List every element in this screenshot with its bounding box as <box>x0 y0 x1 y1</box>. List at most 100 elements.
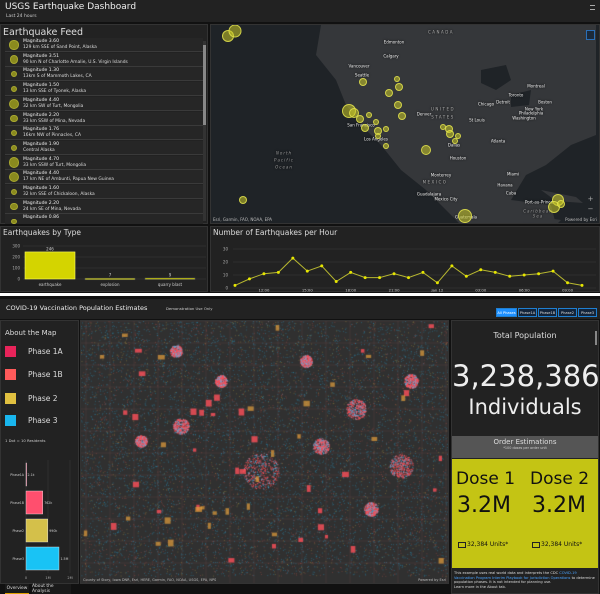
feed-item[interactable]: Magnitude 4.40 17 km NE of Ambunti, Papua… <box>5 170 203 185</box>
order-note: *100 doses per order unit <box>503 446 547 450</box>
earthquake-marker[interactable] <box>383 143 389 149</box>
magnitude: Magnitude 0.86 <box>23 215 60 221</box>
feed-item[interactable]: Magnitude 4.70 33 km SSW of Turt, Mongoli… <box>5 155 203 170</box>
map-label: CANADA <box>427 29 455 35</box>
earthquakes-by-type-panel: Earthquakes by Type 0 100 200 300 246 earthqu… <box>0 226 208 292</box>
data-point <box>580 283 584 287</box>
powered-by[interactable]: Powered by Esri <box>418 578 446 582</box>
dot-density-note: 1 Dot = 10 Residents <box>5 438 46 443</box>
earthquake-marker[interactable] <box>446 130 454 138</box>
phase-bar-chart: 0 1M 2M Phase1A 2.1k Phase1B 762k Phase2 990k Pha… <box>10 460 73 580</box>
magnitude-circle-icon <box>10 129 18 137</box>
feed-item[interactable]: Magnitude 1.50 13 km SSE of Tyonek, Alask… <box>5 82 203 97</box>
dashboard-subtitle: Demonstration Use Only <box>166 306 213 311</box>
earthquake-marker[interactable] <box>366 112 372 118</box>
data-point <box>479 268 483 272</box>
magnitude-circle-icon <box>10 114 18 123</box>
feed-item[interactable]: Magnitude 2.20 33 km SSW of Mina, Nevada <box>5 111 203 126</box>
earthquake-marker[interactable] <box>394 101 402 109</box>
phase-button-all[interactable]: All Phases <box>496 308 517 317</box>
dose2-label: Dose 2 <box>530 469 590 489</box>
location: 24 km SE of Mina, Nevada <box>23 206 81 212</box>
data-point <box>508 274 512 278</box>
tab-overview[interactable]: Overview <box>5 584 29 594</box>
feed-item[interactable]: Magnitude 4.40 32 km SW of Turt, Mongolia <box>5 96 203 111</box>
feed-item[interactable]: Magnitude 3.51 90 km N of Charlotte Amali… <box>5 52 203 67</box>
legend-phase-2: Phase 2 <box>5 393 58 404</box>
map-label: Calgary <box>383 53 399 59</box>
x-tick-label: 09:00 <box>562 288 574 293</box>
feed-item[interactable]: Magnitude 1.60 32 km SSE of Chickaloon, A… <box>5 185 203 199</box>
menu-icon[interactable] <box>590 5 595 10</box>
earthquake-marker[interactable] <box>356 115 364 123</box>
map-label: Boston <box>538 99 552 105</box>
earthquake-marker[interactable] <box>361 124 369 132</box>
data-point <box>233 283 237 287</box>
earthquake-marker[interactable] <box>385 89 393 97</box>
vaccination-map[interactable]: County of Story, Iowa DNR, Esri, HERE, G… <box>80 320 449 584</box>
phase-button-3[interactable]: Phase3 <box>578 308 597 317</box>
phase-button-1a[interactable]: Phase1A <box>518 308 537 317</box>
data-point <box>421 270 425 274</box>
legend-phase-1a: Phase 1A <box>5 346 63 357</box>
x-tick-label: 0 <box>25 576 27 580</box>
magnitude: Magnitude 4.40 <box>23 171 60 177</box>
feed-item[interactable]: Magnitude 1.76 16km NW of Pinnacles, CA <box>5 126 203 141</box>
feed-item[interactable]: Magnitude 0.86 <box>5 214 203 224</box>
data-point <box>363 276 367 280</box>
earthquake-marker[interactable] <box>440 124 446 130</box>
bookmark-icon[interactable] <box>586 30 595 40</box>
dashboard-title: COVID-19 Vaccination Population Estimate… <box>6 304 148 312</box>
earthquake-marker[interactable] <box>557 200 565 208</box>
earthquake-marker[interactable] <box>375 133 381 139</box>
phase-button-2[interactable]: Phase2 <box>558 308 577 317</box>
earthquake-marker[interactable] <box>452 138 458 144</box>
x-tick-label: 2M <box>67 576 72 580</box>
earthquake-marker[interactable] <box>228 25 242 38</box>
data-point <box>464 274 468 278</box>
map-label: Atlanta <box>490 138 506 144</box>
earthquake-marker[interactable] <box>421 145 431 155</box>
earthquake-map[interactable]: CANADA Edmonton Calgary Vancouver Seattle San… <box>210 24 600 224</box>
bar <box>24 251 76 280</box>
feed-item[interactable]: Magnitude 2.20 24 km SE of Mina, Nevada <box>5 199 203 214</box>
bar <box>25 518 48 543</box>
scrollbar[interactable] <box>595 331 597 345</box>
map-label: STATES <box>431 114 455 120</box>
type-bar-chart: 0 100 200 300 246 earthquake 7 explosion 9 quarry… <box>12 243 206 287</box>
earthquake-marker[interactable] <box>359 78 367 86</box>
feed-item[interactable]: Magnitude 3.60 129 km SSE of Sand Point, … <box>5 38 203 52</box>
location: 16km NW of Pinnacles, CA <box>23 133 81 139</box>
about-title: About the Map <box>5 329 57 337</box>
map-label: Sea <box>532 213 544 219</box>
legend-phase-1b: Phase 1B <box>5 369 63 380</box>
swatch-icon <box>5 415 16 426</box>
magnitude-circle-icon <box>8 157 20 168</box>
earthquake-marker[interactable] <box>398 112 406 120</box>
dashboard-subtitle: Last 24 hours <box>6 14 37 19</box>
feed-item[interactable]: Magnitude 1.90 Central Alaska <box>5 140 203 155</box>
feed-item[interactable]: Magnitude 1.30 13km S of Mammoth Lakes, C… <box>5 67 203 82</box>
scrollbar-thumb[interactable] <box>203 45 206 125</box>
magnitude: Magnitude 4.70 <box>23 156 60 162</box>
phase-button-1b[interactable]: Phase1B <box>538 308 557 317</box>
magnitude-circle-icon <box>10 144 18 152</box>
feed-scrollbar[interactable] <box>203 41 206 221</box>
earthquake-marker[interactable] <box>373 119 379 125</box>
land-shapes <box>211 25 599 223</box>
map-label: Montreal <box>527 83 545 89</box>
earthquake-marker[interactable] <box>395 83 403 91</box>
zoom-out-button[interactable]: − <box>586 205 595 214</box>
zoom-in-button[interactable]: + <box>586 195 595 204</box>
earthquake-marker[interactable] <box>383 126 389 132</box>
earthquake-marker[interactable] <box>394 76 400 82</box>
x-tick-label: Jan 12 <box>430 288 443 293</box>
powered-by[interactable]: Powered by Esri <box>565 217 597 222</box>
magnitude-circle-icon <box>10 203 18 211</box>
earthquake-marker[interactable] <box>458 209 472 223</box>
tab-about-analysis[interactable]: About the Analysis <box>32 584 71 594</box>
magnitude-circle-icon <box>9 55 19 65</box>
map-label: Toronto <box>508 92 524 98</box>
earthquake-marker[interactable] <box>239 196 247 204</box>
magnitude: Magnitude 3.51 <box>23 53 60 59</box>
